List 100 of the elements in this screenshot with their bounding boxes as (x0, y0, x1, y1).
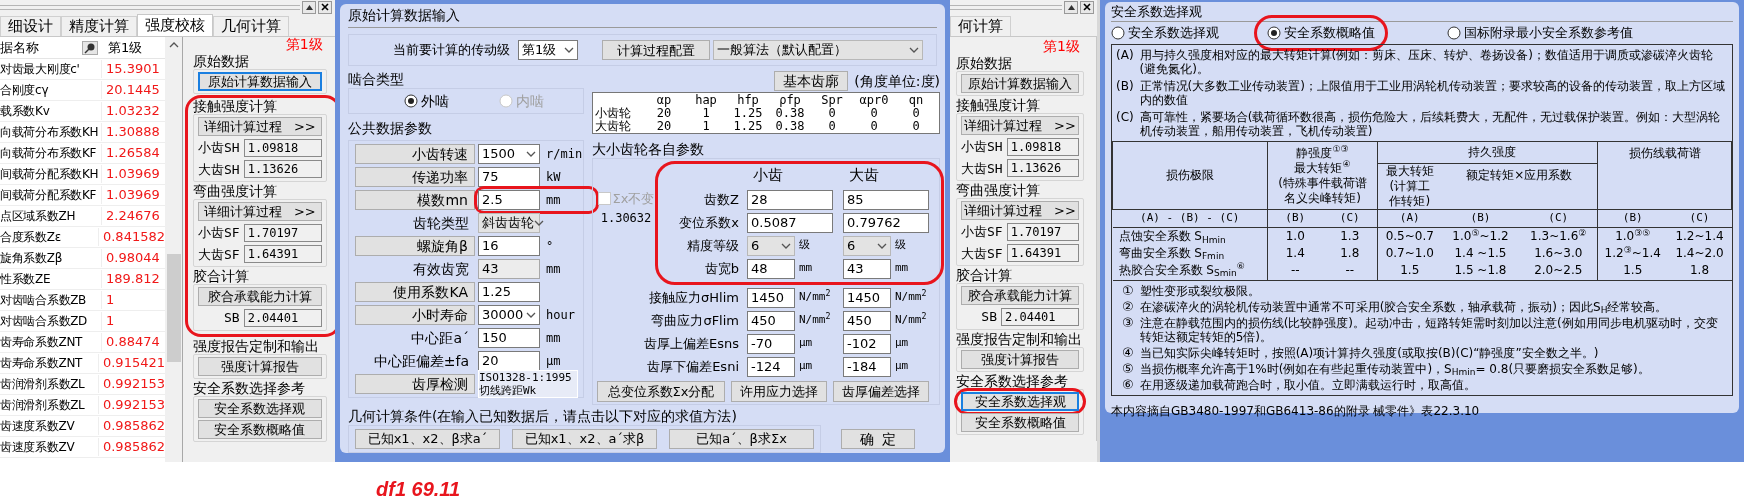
input-field[interactable]: 2.5 (478, 190, 540, 210)
field-label: 小齿SH (198, 139, 240, 157)
group-title: 公共数据参数 (348, 120, 432, 136)
value-field[interactable]: 1.70197 (1006, 222, 1079, 241)
unit-label: r/min (546, 146, 583, 163)
value-field[interactable]: 1.64391 (243, 245, 322, 264)
action-button[interactable]: 许用应力选择 (731, 380, 827, 402)
tab[interactable]: 几何计算 (213, 16, 289, 36)
parameter-button[interactable]: 齿厚检测 (355, 374, 475, 394)
value-field[interactable]: 1.13626 (243, 160, 322, 179)
value-field[interactable]: 1.09818 (1006, 137, 1079, 156)
table-cell: (C) (1667, 209, 1732, 228)
input-field[interactable]: 43 (843, 258, 891, 279)
stage-label: 第1级 (285, 37, 323, 52)
field-label: 齿数Z (703, 190, 740, 209)
input-field[interactable]: 16 (478, 236, 540, 256)
input-field[interactable]: 0.5087 (747, 212, 833, 233)
panel-button[interactable]: 安全系数选择观 (961, 391, 1079, 411)
table-cell-text: 2.24676 (105, 207, 160, 226)
input-field[interactable]: -70 (747, 333, 795, 354)
table-cell: 弯曲安全系数 S$_{Fmin}$ (1112, 244, 1268, 262)
config-button[interactable]: 计算过程配置 (602, 40, 710, 60)
panel-button[interactable]: 详细计算过程 >> (198, 202, 322, 221)
tab[interactable]: 强度校核 (137, 14, 213, 36)
note-mark: (A) (1116, 48, 1134, 64)
input-field[interactable]: 1.25 (478, 282, 540, 302)
panel-button[interactable]: 强度计算报告 (198, 356, 322, 376)
input-field[interactable]: 450 (843, 310, 891, 331)
action-button[interactable]: 总变位系数Σx分配 (597, 380, 725, 402)
panel-button[interactable]: 安全系数概略值 (198, 419, 322, 439)
parameter-button[interactable]: 小时寿命 (355, 305, 475, 325)
panel-button[interactable]: 胶合承载能力计算 (198, 287, 322, 306)
table-cell-text: 0.915421 (101, 354, 165, 373)
panel-button[interactable]: 胶合承载能力计算 (961, 286, 1079, 305)
dropdown[interactable]: 30000 (478, 305, 540, 325)
table-cell-text: 1.26584 (105, 144, 160, 163)
panel-button[interactable]: 强度计算报告 (961, 349, 1079, 369)
table-cell-text: 1.4 ~1.5 (1453, 245, 1508, 262)
parameter-button[interactable]: 小齿转速 (355, 144, 475, 164)
table-cell: 对齿啮合系数ZD (0, 312, 102, 330)
collapse-button[interactable] (1064, 0, 1078, 14)
value-field[interactable]: 1.13626 (1006, 159, 1079, 178)
radio-option[interactable]: 安全系数概略值 (1267, 23, 1375, 43)
footnote-text: 塑性变形或裂纹极限。 (1139, 283, 1260, 298)
ok-button[interactable]: 确 定 (841, 428, 915, 449)
value-field[interactable]: 2.04401 (243, 308, 322, 327)
unit-label: mm (895, 260, 909, 277)
value-field[interactable]: 1.64391 (1006, 244, 1079, 263)
value-field[interactable]: 1.70197 (243, 223, 322, 242)
table-cell-text: 1.25 (732, 107, 764, 120)
input-field[interactable]: -124 (747, 356, 795, 377)
input-field[interactable]: -102 (843, 333, 891, 354)
collapse-button[interactable] (302, 0, 316, 14)
parameter-button[interactable]: 螺旋角β (355, 236, 475, 256)
radio-option[interactable]: 外啮 (404, 90, 449, 112)
tab[interactable]: 精度计算 (61, 16, 137, 36)
dropdown[interactable]: 一般算法（默认配置） (713, 40, 923, 60)
input-field[interactable]: 20 (478, 351, 540, 371)
column-header: Spr (820, 94, 844, 107)
dropdown[interactable]: 1500 (478, 144, 540, 164)
input-field[interactable]: 85 (843, 189, 929, 210)
dropdown[interactable]: 第1级 (518, 40, 578, 60)
input-field[interactable]: 75 (478, 167, 540, 187)
parameter-button[interactable]: 使用系数KA (355, 282, 475, 302)
panel-button[interactable]: 安全系数选择观 (198, 398, 322, 418)
action-button[interactable]: 齿厚偏差选择 (833, 380, 929, 402)
panel-button[interactable]: 原始计算数据输入 (198, 72, 322, 91)
memo-field[interactable]: ISO1328-1:1995 切线跨距Wk (478, 370, 578, 398)
panel-button[interactable]: 详细计算过程 >> (198, 117, 322, 136)
input-field[interactable]: 150 (478, 328, 540, 348)
parameter-button[interactable]: 模数mn (355, 190, 475, 210)
scrollbar-thumb[interactable] (166, 254, 181, 362)
input-field[interactable]: 0.79762 (843, 212, 929, 233)
input-field[interactable]: 1450 (843, 287, 891, 308)
radio-option[interactable]: 安全系数选择观 (1111, 23, 1261, 43)
input-field[interactable]: 450 (747, 310, 795, 331)
unit-label: μm (799, 335, 813, 352)
profile-button[interactable]: 基本齿廓 (774, 71, 849, 91)
group-title: 接触强度计算 (956, 97, 1041, 113)
panel-button[interactable]: 原始计算数据输入 (961, 74, 1079, 93)
tab[interactable]: 细设计 (0, 16, 61, 36)
close-button[interactable] (318, 0, 332, 14)
table-cell: 1.0$^{⑤}$~1.2 (1441, 227, 1520, 245)
input-field[interactable]: 1450 (747, 287, 795, 308)
solve-button[interactable]: 已知a´、β求Σx (669, 428, 814, 449)
solve-button[interactable]: 已知x1、x2、β求a´ (355, 428, 500, 449)
solve-button[interactable]: 已知x1、x2、a´求β (512, 428, 657, 449)
footnote-mark: ④ (1122, 345, 1134, 360)
panel-button[interactable]: 详细计算过程 >> (961, 201, 1079, 220)
input-field[interactable]: 28 (747, 189, 833, 210)
parameter-button[interactable]: 传递功率 (355, 167, 475, 187)
close-button[interactable] (1080, 0, 1094, 14)
radio-option[interactable]: 国标附录最小安全系数参考值 (1447, 23, 1633, 43)
panel-button[interactable]: 详细计算过程 >> (961, 116, 1079, 135)
tab[interactable]: 何计算 (950, 16, 1011, 36)
input-field[interactable]: -184 (843, 356, 891, 377)
group-title: 接触强度计算 (193, 98, 278, 114)
value-field[interactable]: 1.09818 (243, 138, 322, 157)
input-field[interactable]: 48 (747, 258, 795, 279)
value-field[interactable]: 2.04401 (1001, 307, 1079, 326)
